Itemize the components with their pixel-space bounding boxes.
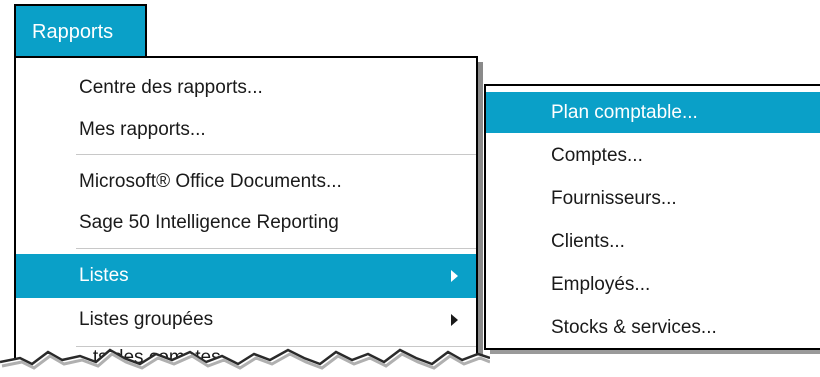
submenu-arrow-icon (451, 270, 458, 282)
menu-separator (76, 248, 476, 249)
submenu-item-comptes[interactable]: Comptes... (486, 135, 820, 176)
submenu-item-label: Fournisseurs... (551, 188, 677, 209)
submenu-arrow-icon (451, 314, 458, 326)
submenu-item-label: Clients... (551, 231, 625, 252)
menu-item-label: Centre des rapports... (79, 77, 263, 98)
menu-item-microsoft-office-documents[interactable]: Microsoft® Office Documents... (16, 160, 476, 204)
menu-item-mes-rapports[interactable]: Mes rapports... (16, 108, 476, 152)
submenu-item-plan-comptable[interactable]: Plan comptable... (486, 92, 820, 133)
submenu-item-label: Stocks & services... (551, 317, 717, 338)
menu-item-label: Listes (79, 265, 129, 286)
submenu-item-clients[interactable]: Clients... (486, 221, 820, 262)
listes-submenu: Plan comptable... Comptes... Fournisseur… (484, 84, 820, 350)
menu-item-sage-50-intelligence-reporting[interactable]: Sage 50 Intelligence Reporting (16, 201, 476, 245)
torn-edge-decoration (0, 348, 490, 377)
menu-item-label: Sage 50 Intelligence Reporting (79, 212, 339, 233)
rapports-dropdown: Centre des rapports... Mes rapports... M… (14, 56, 478, 377)
menu-item-label: Microsoft® Office Documents... (79, 171, 342, 192)
menu-item-label: Listes groupées (79, 309, 214, 330)
menu-rapports[interactable]: Rapports (14, 4, 147, 57)
menu-item-centre-des-rapports[interactable]: Centre des rapports... (16, 66, 476, 110)
submenu-item-fournisseurs[interactable]: Fournisseurs... (486, 178, 820, 219)
menu-item-listes-groupees[interactable]: Listes groupées (16, 298, 476, 342)
submenu-item-label: Plan comptable... (551, 102, 698, 123)
screenshot-stage: Rapports Centre des rapports... Mes rapp… (0, 0, 820, 377)
submenu-item-employes[interactable]: Employés... (486, 264, 820, 305)
submenu-shadow (490, 350, 820, 354)
menu-shadow (478, 62, 483, 362)
submenu-item-label: Employés... (551, 274, 651, 295)
submenu-item-label: Comptes... (551, 145, 643, 166)
menu-item-listes[interactable]: Listes (16, 254, 476, 298)
menu-separator (76, 154, 476, 155)
menu-item-label: Mes rapports... (79, 119, 206, 140)
submenu-item-stocks-services[interactable]: Stocks & services... (486, 307, 820, 348)
